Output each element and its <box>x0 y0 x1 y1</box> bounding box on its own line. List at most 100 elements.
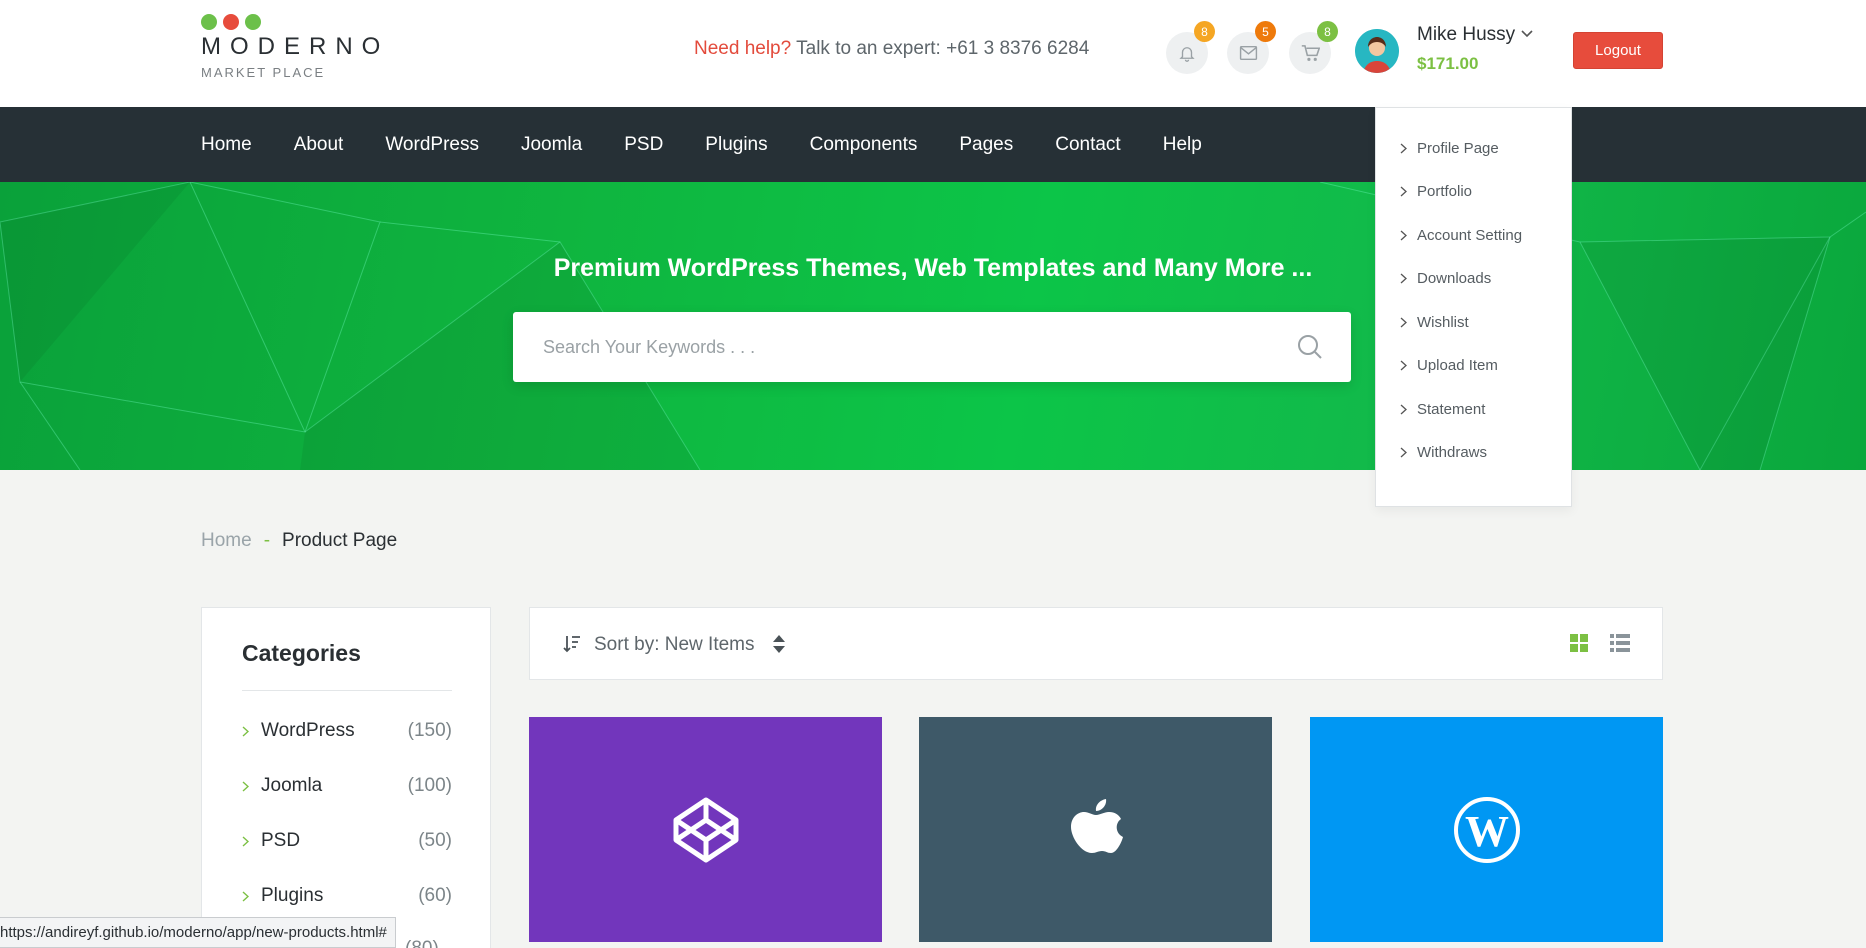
nav-item-help[interactable]: Help <box>1163 134 1202 156</box>
nav-item-wordpress[interactable]: WordPress <box>385 134 479 156</box>
category-label: Joomla <box>261 775 323 796</box>
chevron-right-icon <box>242 780 249 792</box>
chevron-down-icon[interactable] <box>1520 29 1534 38</box>
logo[interactable]: MODERNO MARKET PLACE <box>201 14 389 80</box>
cart-badge: 8 <box>1317 21 1338 42</box>
sort-arrows-icon[interactable] <box>772 634 786 654</box>
chevron-right-icon <box>1400 360 1407 371</box>
category-count: (60) <box>418 885 452 906</box>
avatar[interactable] <box>1355 29 1399 73</box>
chevron-right-icon <box>1400 317 1407 328</box>
nav-item-contact[interactable]: Contact <box>1055 134 1120 156</box>
help-phone-text: Talk to an expert: +61 3 8376 6284 <box>796 38 1090 59</box>
grid-view-icon[interactable] <box>1570 634 1588 652</box>
chevron-right-icon <box>1400 230 1407 241</box>
top-header: MODERNO MARKET PLACE Need help? Talk to … <box>0 0 1866 107</box>
product-card-apple[interactable] <box>919 717 1272 942</box>
chevron-right-icon <box>242 890 249 902</box>
sort-toolbar: Sort by: New Items <box>529 607 1663 680</box>
menu-item-label: Profile Page <box>1417 140 1499 157</box>
list-view-icon[interactable] <box>1610 634 1630 652</box>
chevron-right-icon <box>1400 186 1407 197</box>
category-label: WordPress <box>261 720 355 741</box>
hero-banner: Premium WordPress Themes, Web Templates … <box>0 182 1866 470</box>
user-name[interactable]: Mike Hussy <box>1417 24 1515 46</box>
codepen-icon <box>673 797 738 862</box>
cart-button[interactable]: 8 <box>1289 21 1338 74</box>
logo-dot <box>245 14 261 30</box>
nav-item-psd[interactable]: PSD <box>624 134 663 156</box>
category-count: (50) <box>418 830 452 851</box>
menu-item-profile-page[interactable]: Profile Page <box>1400 140 1499 157</box>
logo-dot <box>223 14 239 30</box>
category-item-plugins[interactable]: Plugins (60) <box>242 885 452 907</box>
search-input[interactable] <box>543 312 1263 382</box>
nav-item-plugins[interactable]: Plugins <box>705 134 767 156</box>
menu-item-statement[interactable]: Statement <box>1400 401 1485 418</box>
sort-icon <box>563 636 580 653</box>
breadcrumb-home[interactable]: Home <box>201 530 252 551</box>
notification-badge: 8 <box>1194 21 1215 42</box>
message-badge: 5 <box>1255 21 1276 42</box>
category-item-wordpress[interactable]: WordPress (150) <box>242 720 452 742</box>
category-item-psd[interactable]: PSD (50) <box>242 830 452 852</box>
breadcrumb-current: Product Page <box>282 530 398 551</box>
menu-item-downloads[interactable]: Downloads <box>1400 270 1491 287</box>
menu-item-portfolio[interactable]: Portfolio <box>1400 183 1472 200</box>
logout-button[interactable]: Logout <box>1573 32 1663 69</box>
user-avatar-icon <box>1355 29 1399 73</box>
nav-item-pages[interactable]: Pages <box>959 134 1013 156</box>
menu-item-label: Statement <box>1417 401 1486 418</box>
bell-icon <box>1179 47 1195 62</box>
search-box <box>513 312 1351 382</box>
breadcrumb-separator: - <box>263 530 271 551</box>
menu-item-label: Upload Item <box>1417 357 1498 374</box>
wordpress-icon: W <box>1453 796 1520 863</box>
category-label: Plugins <box>261 885 324 906</box>
nav-item-home[interactable]: Home <box>201 134 252 156</box>
notifications-button[interactable]: 8 <box>1166 21 1215 74</box>
menu-item-account-setting[interactable]: Account Setting <box>1400 227 1522 244</box>
logo-dot <box>201 14 217 30</box>
category-count: (150) <box>407 720 452 741</box>
product-card-wordpress[interactable]: W <box>1310 717 1663 942</box>
browser-status-bar: https://andireyf.github.io/moderno/app/n… <box>0 917 396 948</box>
envelope-icon <box>1239 45 1257 61</box>
divider <box>242 690 452 691</box>
menu-item-label: Withdraws <box>1417 444 1488 461</box>
main-nav: Home About WordPress Joomla PSD Plugins … <box>0 107 1866 182</box>
chevron-right-icon <box>242 835 249 847</box>
breadcrumb: Home - Product Page <box>201 530 397 552</box>
menu-item-upload-item[interactable]: Upload Item <box>1400 357 1498 374</box>
svg-text:W: W <box>1465 807 1509 856</box>
search-icon[interactable] <box>1297 334 1323 360</box>
menu-item-label: Downloads <box>1417 270 1492 287</box>
nav-item-joomla[interactable]: Joomla <box>521 134 582 156</box>
messages-button[interactable]: 5 <box>1227 21 1276 74</box>
product-card-codepen[interactable] <box>529 717 882 942</box>
nav-item-components[interactable]: Components <box>810 134 918 156</box>
hero-title: Premium WordPress Themes, Web Templates … <box>553 254 1313 282</box>
menu-item-wishlist[interactable]: Wishlist <box>1400 314 1469 331</box>
category-item-joomla[interactable]: Joomla (100) <box>242 775 452 797</box>
menu-item-withdraws[interactable]: Withdraws <box>1400 444 1487 461</box>
help-prefix: Need help? <box>694 38 792 59</box>
nav-item-about[interactable]: About <box>294 134 344 156</box>
user-dropdown-menu: Profile Page Portfolio Account Setting D… <box>1375 107 1572 507</box>
chevron-right-icon <box>1400 273 1407 284</box>
sidebar-title: Categories <box>242 640 361 666</box>
category-label: PSD <box>261 830 301 851</box>
logo-brand: MODERNO <box>201 33 390 60</box>
chevron-right-icon <box>1400 447 1407 458</box>
category-count: (100) <box>407 775 452 796</box>
category-count: (80) <box>405 938 439 948</box>
menu-item-label: Portfolio <box>1417 183 1473 200</box>
chevron-right-icon <box>242 725 249 737</box>
cart-icon <box>1301 45 1320 61</box>
chevron-right-icon <box>1400 404 1407 415</box>
chevron-right-icon <box>1400 143 1407 154</box>
sort-dropdown[interactable]: Sort by: New Items <box>594 634 755 656</box>
logo-subtitle: MARKET PLACE <box>201 65 326 80</box>
menu-item-label: Wishlist <box>1417 314 1469 331</box>
categories-sidebar: Categories WordPress (150) Joomla (100) … <box>201 607 491 948</box>
